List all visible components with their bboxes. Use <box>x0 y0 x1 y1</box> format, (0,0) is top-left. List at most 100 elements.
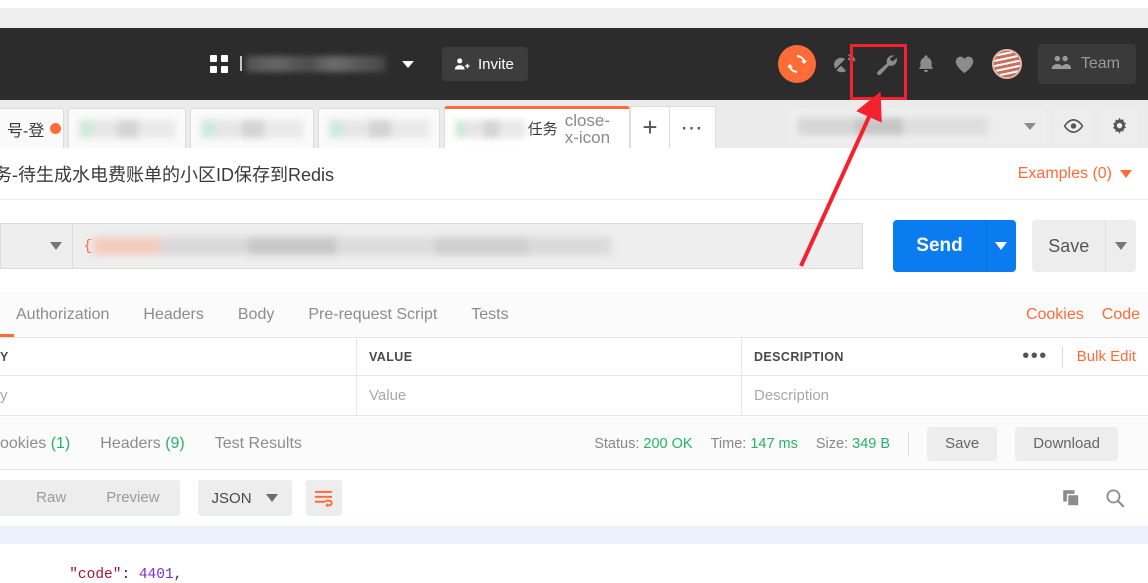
search-magnifier-icon[interactable] <box>1104 487 1126 509</box>
close-x-icon[interactable]: close-x-icon <box>565 112 619 146</box>
key-input-placeholder: y <box>0 387 8 404</box>
copy-icon[interactable] <box>1061 488 1082 509</box>
workspace-name-redaction <box>246 56 386 72</box>
tab-response-headers[interactable]: Headers (9) <box>100 435 185 453</box>
team-people-icon <box>1051 55 1071 69</box>
chevron-down-icon <box>1120 169 1132 178</box>
environment-controls <box>788 108 1138 144</box>
tab-label-redacted <box>455 119 526 138</box>
send-options-button[interactable] <box>985 220 1017 272</box>
http-method-select[interactable] <box>0 223 74 269</box>
tab-item[interactable] <box>318 108 440 148</box>
avatar-image <box>993 51 1020 77</box>
bulk-edit-button[interactable]: Bulk Edit <box>1077 348 1136 365</box>
gear-settings-icon[interactable] <box>1100 108 1138 144</box>
url-input[interactable]: { <box>73 223 864 269</box>
tab-test-results[interactable]: Test Results <box>215 435 302 453</box>
tab-item[interactable] <box>190 108 314 148</box>
heart-icon[interactable] <box>953 53 976 76</box>
cell-key[interactable]: y <box>0 376 357 415</box>
bell-notification-icon[interactable] <box>915 53 937 75</box>
new-tab-button[interactable]: + <box>630 106 670 148</box>
sync-arrows-glyph <box>786 55 807 73</box>
tab-response-cookies[interactable]: ookies (1) <box>0 435 70 453</box>
examples-dropdown[interactable]: Examples (0) <box>1018 165 1132 183</box>
json-key: "code" <box>69 567 122 583</box>
request-utility-links: Cookies Code <box>1026 306 1140 324</box>
response-format-label: JSON <box>211 489 252 507</box>
table-row: y Value Description <box>0 376 1148 416</box>
request-title-row: 务-待生成水电费账单的小区ID保存到Redis Examples (0) <box>0 148 1148 200</box>
response-headers-label: Headers <box>100 434 161 452</box>
download-response-button[interactable]: Download <box>1015 426 1118 461</box>
response-headers-count: (9) <box>165 434 185 452</box>
tab-label: 任务 <box>527 121 558 138</box>
column-header-description: DESCRIPTION ••• Bulk Edit <box>742 338 1148 375</box>
view-mode-raw[interactable]: Raw <box>16 480 86 516</box>
tab-more-options-button[interactable]: ⋯ <box>670 106 716 148</box>
invite-button[interactable]: Invite <box>442 47 528 81</box>
save-response-button[interactable]: Save <box>927 426 998 461</box>
active-tab-indicator <box>0 334 14 337</box>
tab-tests[interactable]: Tests <box>471 306 508 324</box>
examples-label: Examples (0) <box>1017 164 1112 182</box>
environment-select[interactable] <box>788 108 1046 144</box>
tab-item[interactable]: 号-登 <box>0 108 64 148</box>
response-format-select[interactable]: JSON <box>197 480 292 516</box>
team-button-label: Team <box>1080 55 1120 72</box>
header-right-group: Team <box>777 44 1136 84</box>
tab-pre-request-script[interactable]: Pre-request Script <box>308 306 437 324</box>
postman-app-window: Invite Team 号-登 任务 close-x-icon + ⋯ 务-待生… <box>0 0 1148 583</box>
response-view-mode-group: Raw Preview <box>0 480 180 516</box>
window-titlebar-remnant <box>0 0 1148 8</box>
save-button[interactable]: Save <box>1032 220 1106 272</box>
tab-body[interactable]: Body <box>238 306 274 324</box>
word-wrap-icon[interactable] <box>305 480 342 516</box>
cell-value[interactable]: Value <box>357 376 742 415</box>
request-section-tabs: Authorization Headers Body Pre-request S… <box>0 292 1148 338</box>
chevron-down-icon <box>265 494 278 502</box>
tab-authorization[interactable]: Authorization <box>16 306 109 324</box>
tab-headers[interactable]: Headers <box>143 306 203 324</box>
send-button[interactable]: Send <box>893 220 986 272</box>
sync-refresh-icon[interactable] <box>777 45 816 83</box>
save-options-button[interactable] <box>1105 220 1136 272</box>
tab-label-redacted <box>79 119 175 138</box>
code-link[interactable]: Code <box>1102 306 1140 324</box>
response-body-viewer[interactable]: "code": 4401, "message": "Failed", <box>0 526 1148 583</box>
cell-description[interactable]: Description <box>742 376 1148 415</box>
page-title: 务-待生成水电费账单的小区ID保存到Redis <box>0 164 335 185</box>
chevron-down-icon <box>1115 242 1128 250</box>
column-header-key: Y <box>0 338 357 375</box>
column-header-description-label: DESCRIPTION <box>754 349 844 364</box>
description-input-placeholder: Description <box>754 387 830 404</box>
table-more-options-button[interactable]: ••• <box>1022 345 1048 368</box>
view-mode-preview[interactable]: Preview <box>86 480 179 516</box>
workspace-chevron-down-icon[interactable] <box>402 60 414 68</box>
tab-item-active[interactable]: 任务 close-x-icon <box>444 106 630 148</box>
time-value: 147 ms <box>750 435 798 452</box>
response-body-tools <box>1061 487 1126 509</box>
workspace-name-caretmark <box>240 56 242 71</box>
window-top-strip <box>0 0 1148 28</box>
team-button[interactable]: Team <box>1037 44 1136 84</box>
code-line: "code": 4401, <box>0 544 1148 583</box>
json-separator: : <box>121 567 139 583</box>
user-avatar[interactable] <box>991 49 1022 79</box>
user-plus-icon <box>454 57 470 69</box>
url-value-redacted <box>93 237 612 255</box>
url-row: { Send Save <box>0 200 1148 292</box>
params-table-header: Y VALUE DESCRIPTION ••• Bulk Edit <box>0 338 1148 376</box>
invite-button-label: Invite <box>478 55 514 73</box>
workspace-name-blurred[interactable] <box>238 54 386 74</box>
tools-divider <box>1061 345 1063 368</box>
tab-item[interactable] <box>68 108 186 148</box>
apps-grid-icon[interactable] <box>210 55 228 73</box>
response-body-toolbar: Raw Preview JSON <box>0 470 1148 526</box>
json-value: 4401 <box>138 567 174 583</box>
cookies-link[interactable]: Cookies <box>1026 306 1084 324</box>
tab-label: 号-登 <box>7 122 45 140</box>
status-badge: Status: 200 OK <box>594 436 692 452</box>
eye-icon[interactable] <box>1054 108 1092 144</box>
view-mode-pretty[interactable] <box>0 480 16 516</box>
